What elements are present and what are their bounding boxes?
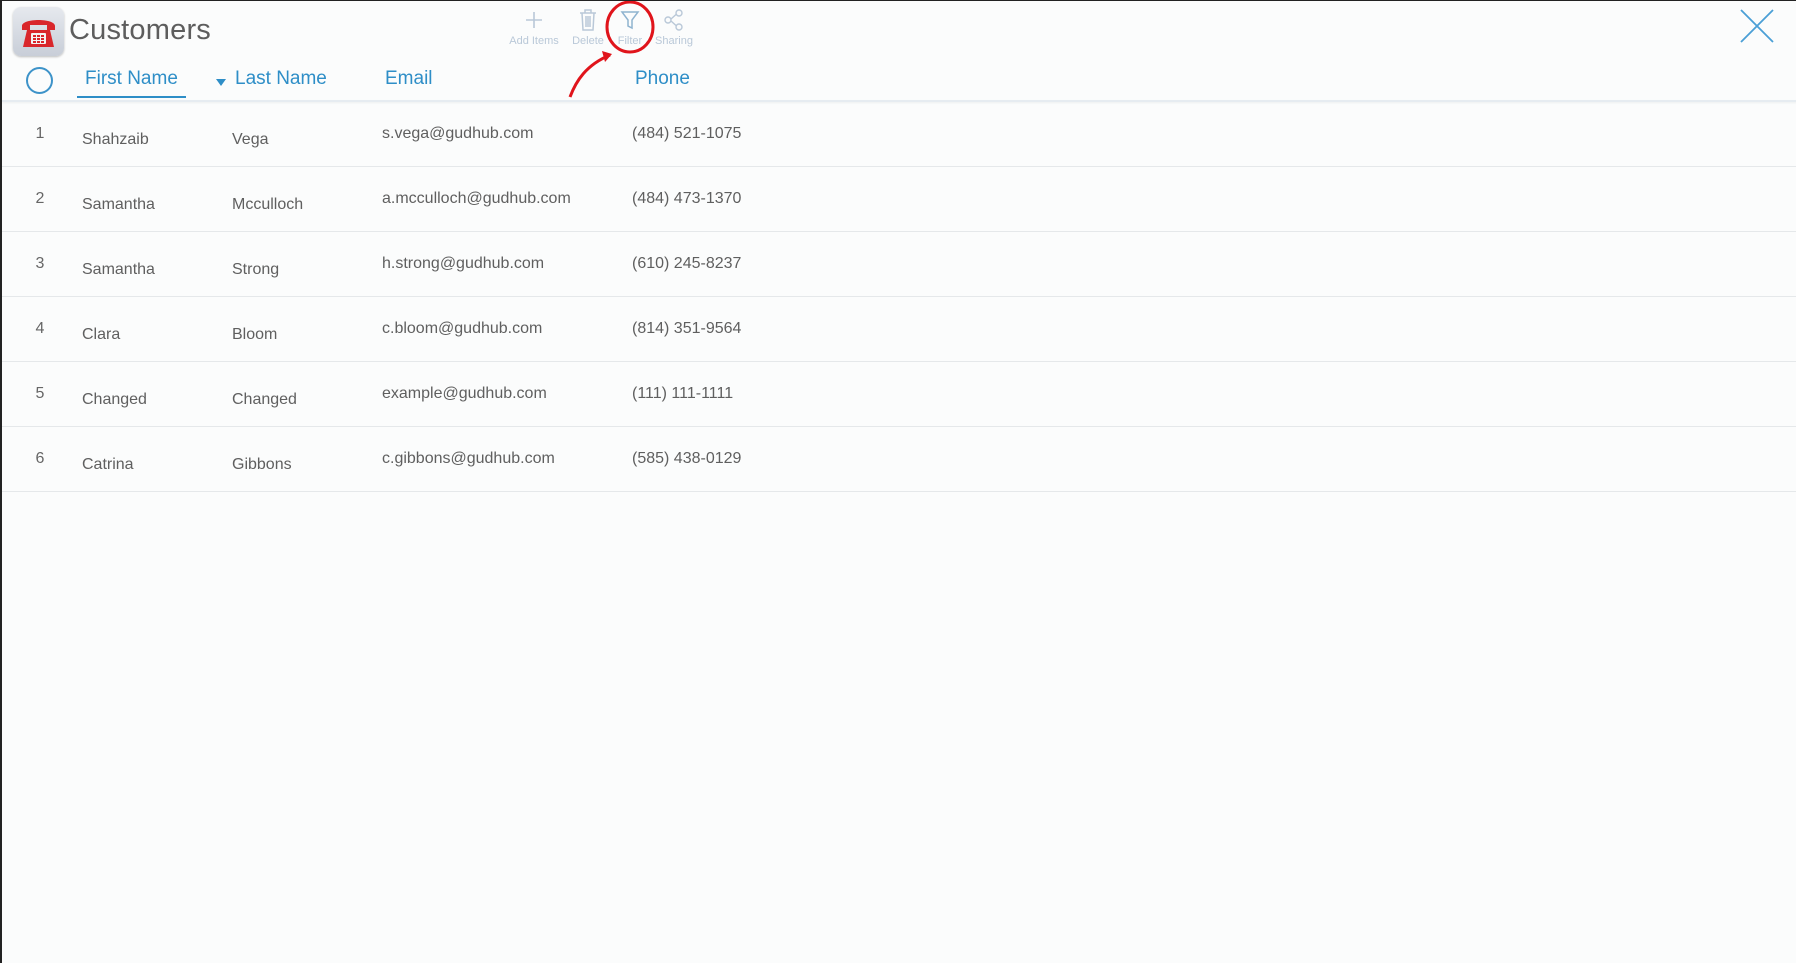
column-header-email[interactable]: Email: [385, 68, 433, 90]
first-name-cell: Catrina: [82, 456, 134, 473]
first-name-cell: Shahzaib: [82, 131, 149, 148]
table-row[interactable]: 4 Clara Bloom c.bloom@gudhub.com (814) 351-9…: [2, 297, 1796, 362]
phone-cell: (610) 245-8237: [632, 255, 742, 272]
last-name-cell: Bloom: [232, 326, 278, 343]
plus-icon: [526, 12, 542, 28]
page-title: Customers: [69, 14, 211, 46]
first-name-cell: Samantha: [82, 261, 155, 278]
sort-descending-icon[interactable]: [216, 79, 226, 86]
app-icon: [13, 7, 64, 56]
last-name-cell: Gibbons: [232, 456, 292, 473]
select-all-checkbox[interactable]: [26, 67, 53, 94]
row-number: 5: [35, 385, 45, 402]
red-telephone-icon: [22, 20, 55, 47]
row-number: 6: [35, 450, 45, 467]
funnel-icon: [620, 11, 640, 30]
email-cell: s.vega@gudhub.com: [382, 125, 534, 142]
table-row[interactable]: 6 Catrina Gibbons c.gibbons@gudhub.com (585)…: [2, 427, 1796, 492]
last-name-cell: Vega: [232, 131, 269, 148]
add-items-label: Add Items: [509, 35, 559, 47]
table-row[interactable]: 3 Samantha Strong h.strong@gudhub.com (610) …: [2, 232, 1796, 297]
last-name-cell: Strong: [232, 261, 280, 278]
phone-cell: (111) 111-1111: [632, 385, 734, 402]
table-row[interactable]: 5 Changed Changed example@gudhub.com (111) 1…: [2, 362, 1796, 427]
phone-cell: (484) 473-1370: [632, 190, 742, 207]
last-name-cell: Changed: [232, 391, 297, 408]
table-row[interactable]: 2 Samantha Mcculloch a.mcculloch@gudhub.com…: [2, 167, 1796, 232]
sharing-label: Sharing: [655, 35, 693, 47]
first-name-cell: Clara: [82, 326, 121, 343]
table-row[interactable]: 1 Shahzaib Vega s.vega@gudhub.com (484) 521-…: [2, 102, 1796, 167]
phone-cell: (814) 351-9564: [632, 320, 742, 337]
sharing-button[interactable]: Sharing: [644, 5, 704, 47]
share-icon: [664, 9, 683, 31]
first-name-cell: Samantha: [82, 196, 155, 213]
column-header-first-name[interactable]: First Name: [77, 68, 186, 98]
close-icon: [1740, 9, 1774, 43]
row-number: 3: [35, 255, 45, 272]
phone-cell: (484) 521-1075: [632, 125, 742, 142]
phone-cell: (585) 438-0129: [632, 450, 742, 467]
row-number: 1: [35, 125, 45, 142]
email-cell: c.gibbons@gudhub.com: [382, 450, 555, 467]
close-button[interactable]: [1738, 7, 1776, 45]
column-header-last-name[interactable]: Last Name: [235, 68, 327, 90]
row-number: 2: [35, 190, 45, 207]
column-header-phone[interactable]: Phone: [635, 68, 690, 90]
trash-icon: [580, 9, 596, 31]
first-name-cell: Changed: [82, 391, 147, 408]
email-cell: example@gudhub.com: [382, 385, 547, 402]
email-cell: c.bloom@gudhub.com: [382, 320, 543, 337]
row-number: 4: [35, 320, 45, 337]
last-name-cell: Mcculloch: [232, 196, 304, 213]
add-items-button[interactable]: Add Items: [504, 5, 564, 47]
email-cell: h.strong@gudhub.com: [382, 255, 545, 272]
app-window: Customers Add Items Delete Filter Sharin…: [0, 0, 1796, 963]
email-cell: a.mcculloch@gudhub.com: [382, 190, 571, 207]
